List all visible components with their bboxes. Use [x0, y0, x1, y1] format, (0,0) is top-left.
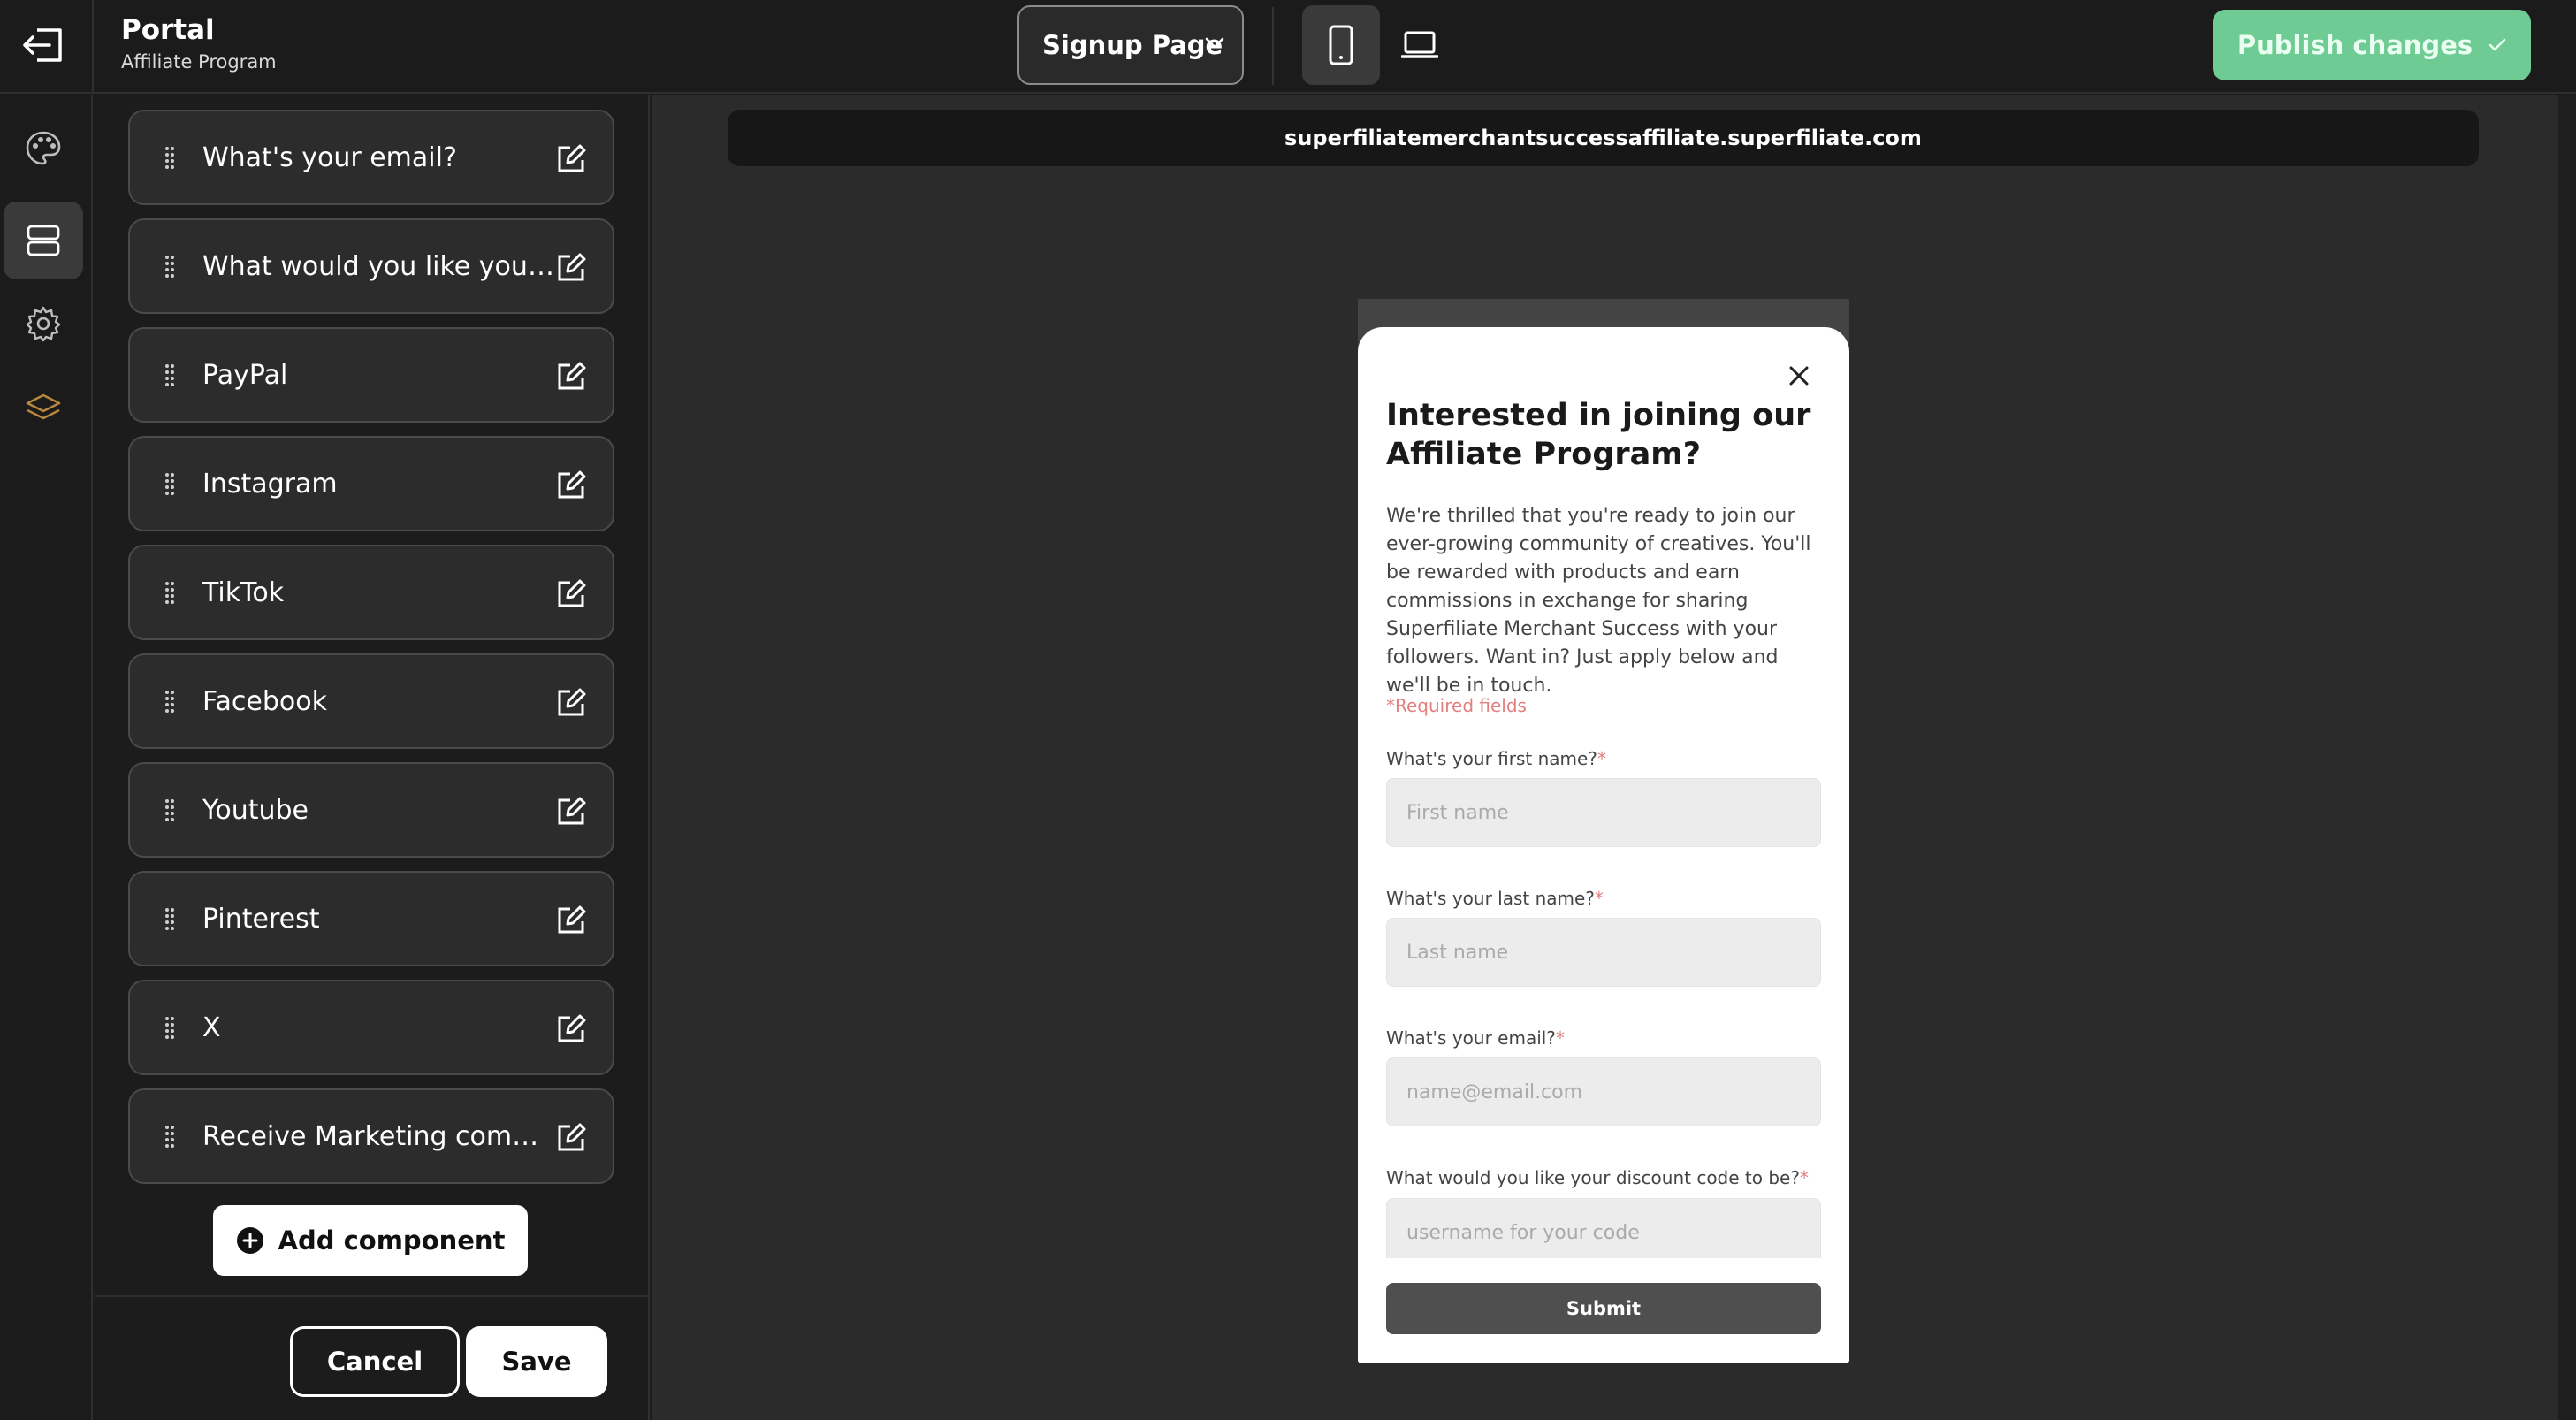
component-item-pinterest[interactable]: Pinterest	[128, 871, 614, 966]
first-name-field[interactable]: First name	[1386, 778, 1821, 847]
rail-item-settings[interactable]	[4, 285, 83, 363]
drag-handle-icon[interactable]	[164, 363, 176, 389]
component-label: Instagram	[202, 468, 338, 500]
signup-form-preview: Interested in joining our Affiliate Prog…	[1358, 327, 1849, 1363]
icon-rail	[0, 95, 93, 1420]
email-label: What's your email?*	[1386, 1027, 1565, 1049]
components-sidebar: What's your email? What would you like y…	[95, 95, 650, 1420]
component-label: Youtube	[202, 794, 309, 826]
drag-handle-icon[interactable]	[164, 471, 176, 498]
form-description: We're thrilled that you're ready to join…	[1386, 505, 1811, 697]
component-item-email[interactable]: What's your email?	[128, 110, 614, 205]
check-icon	[2488, 38, 2506, 51]
desktop-view-button[interactable]	[1381, 5, 1459, 85]
component-item-x[interactable]: X	[128, 980, 614, 1075]
component-label: Pinterest	[202, 903, 320, 935]
close-icon[interactable]	[1786, 363, 1812, 389]
palette-icon	[26, 131, 61, 165]
rail-item-design[interactable]	[4, 110, 83, 187]
rail-item-components[interactable]	[4, 202, 83, 279]
edit-icon[interactable]	[556, 797, 586, 827]
component-label: X	[202, 1012, 221, 1043]
edit-icon[interactable]	[556, 470, 586, 500]
edit-icon[interactable]	[556, 144, 586, 174]
mobile-view-button[interactable]	[1302, 5, 1380, 85]
add-component-label: Add component	[278, 1225, 506, 1256]
discount-code-label: What would you like your discount code t…	[1386, 1167, 1809, 1188]
drag-handle-icon[interactable]	[164, 145, 176, 172]
component-label: Facebook	[202, 685, 327, 717]
page-selector-label: Signup Page	[1042, 30, 1223, 60]
component-label: TikTok	[202, 576, 285, 608]
component-item-youtube[interactable]: Youtube	[128, 762, 614, 858]
submit-button[interactable]: Submit	[1386, 1283, 1821, 1334]
form-title: Interested in joining our Affiliate Prog…	[1386, 398, 1811, 472]
app-subtitle: Affiliate Program	[121, 51, 277, 73]
laptop-icon	[1401, 31, 1438, 58]
drag-handle-icon[interactable]	[164, 1015, 176, 1042]
footer-divider	[95, 1295, 650, 1297]
drag-handle-icon[interactable]	[164, 798, 176, 824]
exit-button[interactable]	[19, 25, 67, 65]
component-label: Receive Marketing communications	[202, 1120, 556, 1152]
discount-code-field[interactable]: username for your code	[1386, 1198, 1821, 1267]
top-bar: Portal Affiliate Program Signup Page Pub…	[0, 0, 2576, 94]
plus-circle-icon	[236, 1227, 263, 1254]
preview-url-bar: superfiliatemerchantsuccessaffiliate.sup…	[728, 110, 2479, 166]
rail-item-layers[interactable]	[4, 370, 83, 447]
email-field[interactable]: name@email.com	[1386, 1057, 1821, 1126]
component-label: What would you like your discount code t…	[202, 250, 556, 282]
cancel-button[interactable]: Cancel	[290, 1326, 460, 1397]
layers-icon	[26, 393, 61, 420]
component-label: What's your email?	[202, 141, 457, 173]
edit-icon[interactable]	[556, 362, 586, 392]
last-name-field[interactable]: Last name	[1386, 918, 1821, 987]
app-title: Portal	[121, 14, 215, 46]
component-item-tiktok[interactable]: TikTok	[128, 545, 614, 640]
drag-handle-icon[interactable]	[164, 1124, 176, 1150]
component-item-discount-code[interactable]: What would you like your discount code t…	[128, 218, 614, 314]
publish-label: Publish changes	[2237, 30, 2473, 60]
edit-icon[interactable]	[556, 1014, 586, 1044]
edit-icon[interactable]	[556, 688, 586, 718]
edit-icon[interactable]	[556, 905, 586, 935]
mobile-icon	[1329, 25, 1353, 65]
add-component-button[interactable]: Add component	[213, 1205, 528, 1276]
edit-icon[interactable]	[556, 579, 586, 609]
gear-icon	[26, 306, 61, 342]
chevron-down-icon	[1205, 37, 1224, 49]
component-item-instagram[interactable]: Instagram	[128, 436, 614, 531]
edit-icon[interactable]	[556, 1123, 586, 1153]
component-label: PayPal	[202, 359, 288, 391]
page-selector[interactable]: Signup Page	[1017, 5, 1244, 85]
component-item-facebook[interactable]: Facebook	[128, 653, 614, 749]
required-fields-note: *Required fields	[1386, 695, 1527, 716]
drag-handle-icon[interactable]	[164, 906, 176, 933]
exit-icon	[23, 28, 62, 62]
drag-handle-icon[interactable]	[164, 580, 176, 607]
save-button[interactable]: Save	[466, 1326, 607, 1397]
drag-handle-icon[interactable]	[164, 689, 176, 715]
preview-scrollbar[interactable]	[2558, 95, 2576, 1420]
title-divider	[92, 0, 94, 94]
layout-icon	[27, 225, 60, 256]
last-name-label: What's your last name?*	[1386, 888, 1604, 909]
edit-icon[interactable]	[556, 253, 586, 283]
first-name-label: What's your first name?*	[1386, 748, 1606, 769]
component-item-marketing[interactable]: Receive Marketing communications	[128, 1088, 614, 1184]
publish-changes-button[interactable]: Publish changes	[2213, 10, 2531, 80]
drag-handle-icon[interactable]	[164, 254, 176, 280]
toolbar-divider	[1272, 7, 1274, 85]
component-item-paypal[interactable]: PayPal	[128, 327, 614, 423]
